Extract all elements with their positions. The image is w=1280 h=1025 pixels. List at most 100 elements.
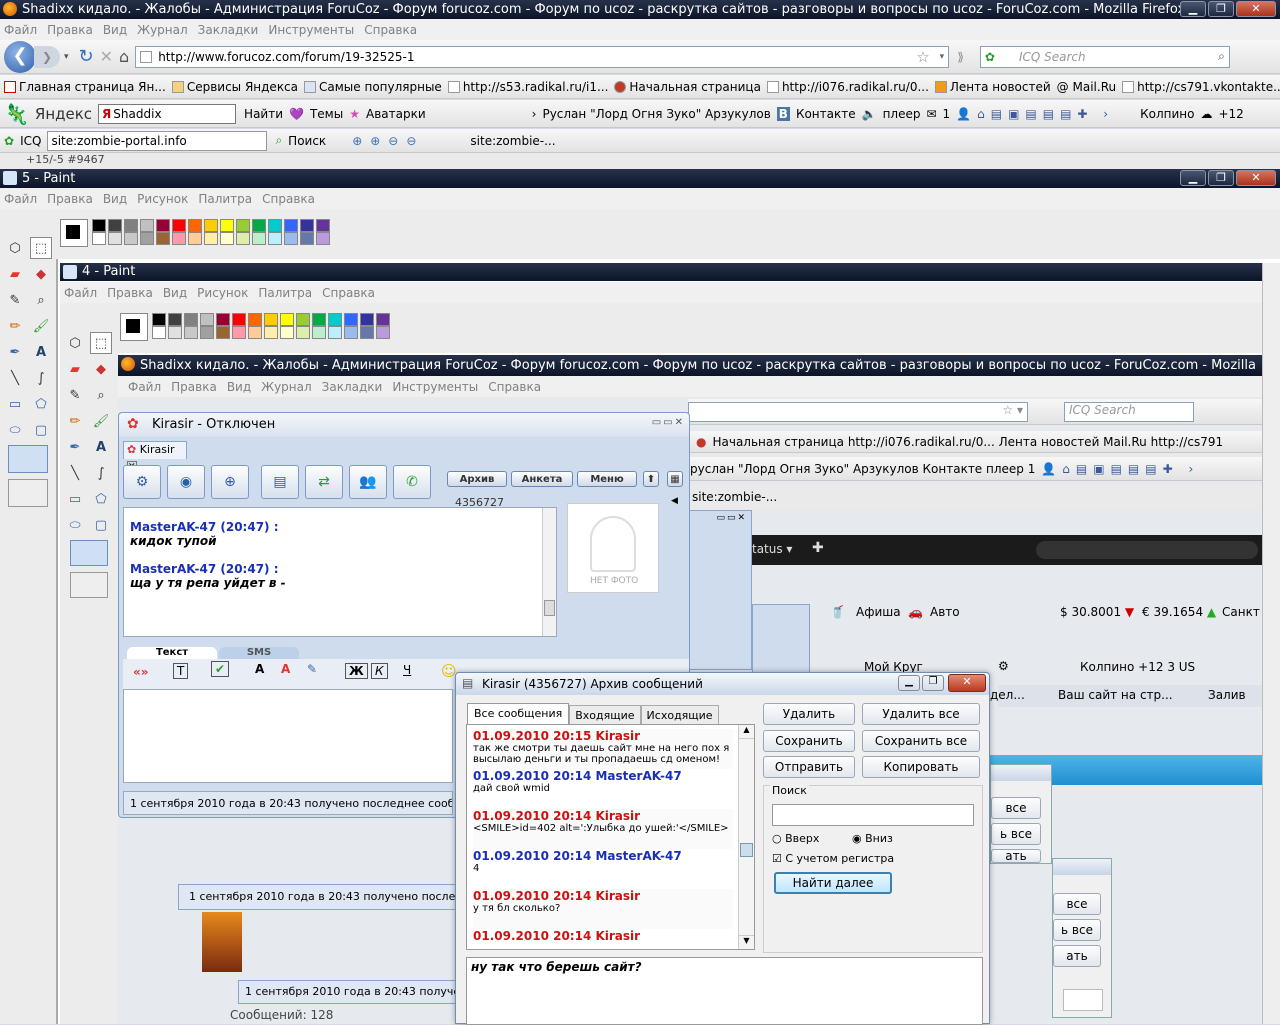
underline-button[interactable]: Ч — [403, 663, 411, 677]
back-button[interactable]: ❮ — [4, 40, 36, 73]
picker-tool[interactable]: ✎ — [64, 384, 86, 406]
menu-file[interactable]: Файл — [4, 192, 37, 206]
quote-button[interactable]: «» — [133, 665, 149, 679]
palette-swatch[interactable] — [168, 326, 182, 339]
magnifier-tool[interactable]: ⌕ — [30, 289, 52, 311]
save-all-button[interactable]: Сохранить все — [862, 730, 980, 752]
archive-entry[interactable]: 01.09.2010 20:14 Kirasir у тя бл сколько? — [473, 889, 733, 929]
bookmark-radikal-2[interactable]: http://i076.radikal.ru/0... — [766, 80, 929, 94]
archive-message-list[interactable]: 01.09.2010 20:15 Kirasir так же смотри ты… — [466, 724, 755, 950]
icq-search-button[interactable]: Поиск — [288, 134, 326, 148]
palette-swatch[interactable] — [316, 232, 330, 245]
palette-swatch[interactable] — [152, 326, 166, 339]
translit-button[interactable]: T — [173, 663, 189, 679]
rect-select-tool[interactable]: ⬚ — [30, 237, 52, 259]
site-search-link[interactable]: site:zombie-... — [470, 134, 555, 148]
chat-scrollbar[interactable] — [542, 508, 556, 636]
palette-swatch[interactable] — [188, 219, 202, 232]
toolbar-icons[interactable]: 👤⌂▤▣▤▤▤✚ › — [956, 107, 1114, 121]
menu-edit[interactable]: Правка — [171, 380, 217, 394]
address-bar[interactable]: ☆ ▾ — [688, 401, 1028, 422]
icq-search-box[interactable]: ✿ ICQ Search ⌕ — [979, 45, 1230, 68]
ellipse-tool[interactable]: ⬭ — [4, 419, 26, 441]
palette-swatch[interactable] — [328, 326, 342, 339]
tab-all-messages[interactable]: Все сообщения — [467, 703, 570, 724]
menu-image[interactable]: Рисунок — [137, 192, 188, 206]
rounded-rect-tool[interactable]: ▢ — [90, 514, 112, 536]
palette-swatch[interactable] — [92, 219, 106, 232]
user-link[interactable]: Руслан "Лорд Огня Зуко" Арзукулов — [542, 107, 770, 121]
delete-all-button[interactable]: Удалить все — [862, 703, 980, 725]
menu-view[interactable]: Вид — [103, 23, 127, 37]
delete-button[interactable]: Удалить — [763, 703, 855, 725]
magnifier-tool[interactable]: ⌕ — [90, 384, 112, 406]
current-colors[interactable] — [60, 219, 88, 247]
menu-history[interactable]: Журнал — [137, 23, 188, 37]
minimize-button[interactable]: ▁ — [1180, 170, 1206, 186]
palette-swatch[interactable] — [264, 313, 278, 326]
palette-swatch[interactable] — [284, 219, 298, 232]
city-link[interactable]: Санкт — [1222, 597, 1260, 627]
vk-link[interactable]: Контакте — [796, 107, 856, 121]
text-tool[interactable]: A — [90, 436, 112, 458]
bg-copy-2[interactable]: ать — [1053, 945, 1101, 967]
tab-incoming[interactable]: Входящие — [569, 705, 641, 724]
menu-help[interactable]: Справка — [262, 192, 315, 206]
palette-swatch[interactable] — [204, 219, 218, 232]
grid-button[interactable]: ▦ — [667, 471, 683, 487]
dropdown-icon[interactable]: ▾ — [940, 52, 945, 62]
palette-swatch[interactable] — [248, 313, 262, 326]
palette-swatch[interactable] — [280, 326, 294, 339]
paint-scrollbar[interactable] — [1262, 263, 1280, 1024]
menu-tools[interactable]: Инструменты — [268, 23, 354, 37]
menu-help[interactable]: Справка — [322, 286, 375, 300]
bookmark-yandex-services[interactable]: Сервисы Яндекса — [171, 80, 298, 94]
archive-minimize[interactable]: ▁ — [898, 675, 920, 691]
menu-tools[interactable]: Инструменты — [392, 380, 478, 394]
toolbar-icons[interactable]: 👤⌂▤▣▤▤▤✚ › — [1041, 462, 1199, 476]
bg-delete-all-2[interactable]: все — [1053, 893, 1101, 915]
palette-swatch[interactable] — [360, 313, 374, 326]
eraser-tool[interactable]: ▰ — [4, 263, 26, 285]
address-bar[interactable]: http://www.forucoz.com/forum/19-32525-1 … — [135, 45, 950, 68]
tab-a[interactable]: дел... — [990, 688, 1025, 702]
palette-swatch[interactable] — [344, 313, 358, 326]
menu-view[interactable]: Вид — [227, 380, 251, 394]
line-tool[interactable]: ╲ — [4, 367, 26, 389]
palette-swatch[interactable] — [156, 219, 170, 232]
archive-entry[interactable]: 01.09.2010 20:14 MasterAK-47 4 — [473, 849, 733, 889]
save-button[interactable]: ▤ — [261, 465, 299, 499]
spellcheck-button[interactable]: ✔ — [211, 661, 230, 677]
palette-swatch[interactable] — [360, 326, 374, 339]
palette-swatch[interactable] — [300, 232, 314, 245]
palette-swatch[interactable] — [236, 219, 250, 232]
search-input[interactable] — [772, 804, 974, 826]
plus-icon[interactable]: ✚ — [812, 540, 824, 556]
palette-swatch[interactable] — [328, 313, 342, 326]
opaque-option[interactable] — [8, 445, 48, 473]
case-checkbox[interactable]: ☑ С учетом регистра — [772, 852, 894, 865]
palette-swatch[interactable] — [184, 326, 198, 339]
bg-save-all-2[interactable]: ь все — [1053, 919, 1101, 941]
palette-swatch[interactable] — [344, 326, 358, 339]
gear-icon[interactable]: ⚙ — [998, 659, 1009, 673]
dropdown-icon[interactable]: ▾ — [64, 52, 69, 62]
send-button[interactable]: Отправить — [763, 756, 855, 778]
up-button[interactable]: ⬆ — [643, 471, 659, 487]
palette-swatch[interactable] — [376, 326, 390, 339]
archive-preview[interactable]: ну так что берешь сайт? — [466, 957, 983, 1025]
palette-swatch[interactable] — [280, 313, 294, 326]
menu-view[interactable]: Вид — [163, 286, 187, 300]
palette-swatch[interactable] — [108, 232, 122, 245]
yandex-find-button[interactable]: Найти — [244, 107, 283, 121]
polygon-tool[interactable]: ⬠ — [30, 393, 52, 415]
palette-swatch[interactable] — [200, 313, 214, 326]
palette-swatch[interactable] — [140, 219, 154, 232]
palette-swatch[interactable] — [156, 232, 170, 245]
color-palette[interactable] — [92, 219, 332, 245]
player-link[interactable]: плеер — [883, 107, 921, 121]
menu-edit[interactable]: Правка — [47, 192, 93, 206]
themes-button[interactable]: Темы — [310, 107, 343, 121]
bookmark-news-feed[interactable]: Лента новостей — [934, 80, 1051, 94]
palette-swatch[interactable] — [172, 219, 186, 232]
